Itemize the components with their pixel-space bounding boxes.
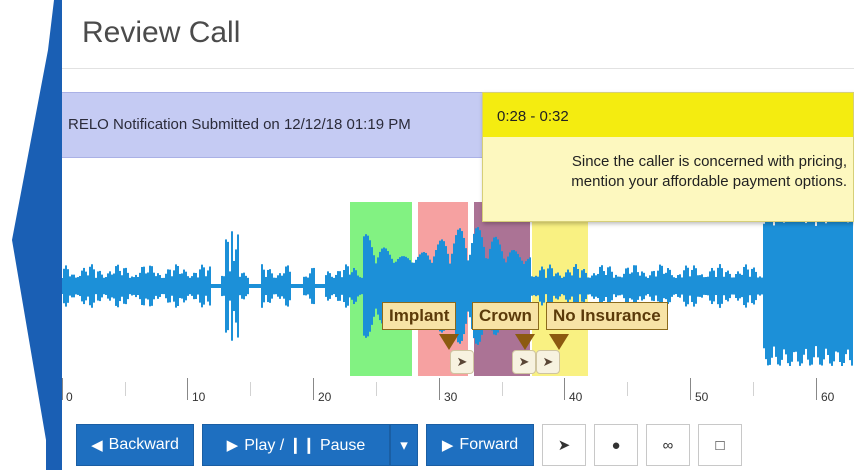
tag-marker-icon[interactable]: ➤ <box>512 350 536 374</box>
tag-crown[interactable]: Crown <box>472 302 539 330</box>
tip-message-line: mention your affordable payment options. <box>571 173 847 190</box>
timeline-tick <box>313 378 314 400</box>
notification-text: RELO Notification Submitted on 12/12/18 … <box>68 116 411 133</box>
review-call-panel: Review Call RELO Notification Submitted … <box>62 0 854 470</box>
audio-file-button[interactable]: □ <box>698 424 742 466</box>
add-tag-button[interactable]: ➤ <box>542 424 586 466</box>
audio-file-icon: □ <box>715 436 725 454</box>
timeline-axis: 0 10 20 30 40 50 60 <box>62 378 854 406</box>
forward-label: Forward <box>459 436 519 453</box>
tag-marker-icon[interactable]: ➤ <box>536 350 560 374</box>
title-divider <box>62 68 854 69</box>
link-icon: ∞ <box>662 436 674 454</box>
timeline-tick <box>125 382 126 396</box>
play-icon: ▶ <box>226 437 239 454</box>
timeline-tick <box>187 378 188 400</box>
timeline-label: 10 <box>192 390 206 404</box>
timeline-tick <box>753 382 754 396</box>
playback-options-dropdown[interactable]: ▾ <box>390 424 418 466</box>
tag-marker-icon[interactable]: ➤ <box>450 350 474 374</box>
add-comment-button[interactable]: ● <box>594 424 638 466</box>
timeline-tick <box>816 378 817 400</box>
timeline-tick <box>439 378 440 400</box>
timeline-label: 50 <box>695 390 709 404</box>
timeline-label: 60 <box>821 390 835 404</box>
timeline-tick <box>502 382 503 396</box>
backward-label: Backward <box>108 436 179 453</box>
playback-toolbar: ◀ Backward ▶ Play / ❙❙ Pause ▾ ▶ Forward… <box>62 420 854 470</box>
tag-implant[interactable]: Implant <box>382 302 457 330</box>
timeline-tick <box>627 382 628 396</box>
timeline-label: 20 <box>318 390 332 404</box>
play-pause-label: Play / ❙❙ Pause <box>244 437 366 454</box>
forward-button[interactable]: ▶ Forward <box>426 424 534 466</box>
timeline-tick <box>564 378 565 400</box>
timeline-tick <box>62 378 63 400</box>
play-pause-button[interactable]: ▶ Play / ❙❙ Pause <box>202 424 390 466</box>
comment-icon: ● <box>611 436 621 454</box>
tag-pointer <box>549 334 569 350</box>
tag-pointer <box>439 334 459 350</box>
tag-no-insurance[interactable]: No Insurance <box>546 302 668 330</box>
coaching-tip-popup: 0:28 - 0:32 Since the caller is concerne… <box>482 92 854 222</box>
skip-back-icon: ◀ <box>91 437 103 454</box>
tag-pointer <box>515 334 535 350</box>
left-arrow-bar <box>0 0 70 470</box>
timeline-tick <box>250 382 251 396</box>
chevron-down-icon: ▾ <box>400 437 408 454</box>
skip-forward-icon: ▶ <box>441 437 454 454</box>
tip-message-line: Since the caller is concerned with prici… <box>571 153 847 170</box>
timeline-label: 0 <box>66 390 73 404</box>
copy-link-button[interactable]: ∞ <box>646 424 690 466</box>
timeline-label: 40 <box>569 390 583 404</box>
page-title: Review Call <box>82 16 241 49</box>
timeline-label: 30 <box>444 390 458 404</box>
tag-icon: ➤ <box>557 437 571 454</box>
backward-button[interactable]: ◀ Backward <box>76 424 194 466</box>
tip-time-range: 0:28 - 0:32 <box>483 93 853 137</box>
timeline-tick <box>376 382 377 396</box>
tip-message: Since the caller is concerned with prici… <box>483 137 853 192</box>
timeline-tick <box>690 378 691 400</box>
